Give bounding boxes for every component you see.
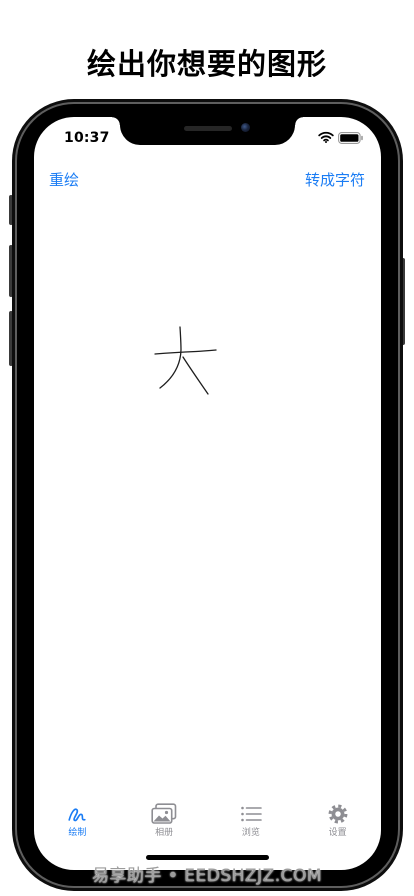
promo-headline: 绘出你想要的图形	[86, 47, 327, 81]
tab-bar: 绘制 相册 浏览 设置	[34, 801, 381, 841]
home-indicator[interactable]	[146, 855, 269, 860]
drawing-canvas[interactable]	[34, 197, 381, 797]
convert-to-text-button[interactable]: 转成字符	[305, 169, 365, 191]
tab-settings-label: 设置	[328, 828, 347, 838]
tab-browse[interactable]: 浏览	[208, 801, 295, 841]
photo-album-icon	[151, 801, 177, 827]
wifi-icon	[318, 131, 334, 143]
tab-album-label: 相册	[155, 828, 174, 838]
phone-frame: 10:37 重绘 转成字符 绘制 相册 浏览 设置	[12, 99, 403, 891]
tab-settings[interactable]: 设置	[294, 801, 381, 841]
tab-browse-label: 浏览	[241, 828, 260, 838]
phone-screen: 10:37 重绘 转成字符 绘制 相册 浏览 设置	[34, 117, 381, 870]
list-icon	[240, 801, 262, 827]
front-camera	[241, 123, 250, 132]
notch	[112, 117, 303, 145]
tab-draw[interactable]: 绘制	[34, 801, 121, 841]
speaker-grille	[184, 126, 232, 131]
draw-icon	[66, 801, 88, 827]
gear-icon	[327, 801, 349, 827]
battery-icon	[338, 132, 363, 144]
tab-album[interactable]: 相册	[121, 801, 208, 841]
redraw-button[interactable]: 重绘	[49, 169, 79, 191]
watermark: 易享助手 • EEDSHZJZ.COM	[91, 866, 323, 886]
tab-draw-label: 绘制	[68, 828, 87, 838]
status-time: 10:37	[64, 130, 110, 146]
